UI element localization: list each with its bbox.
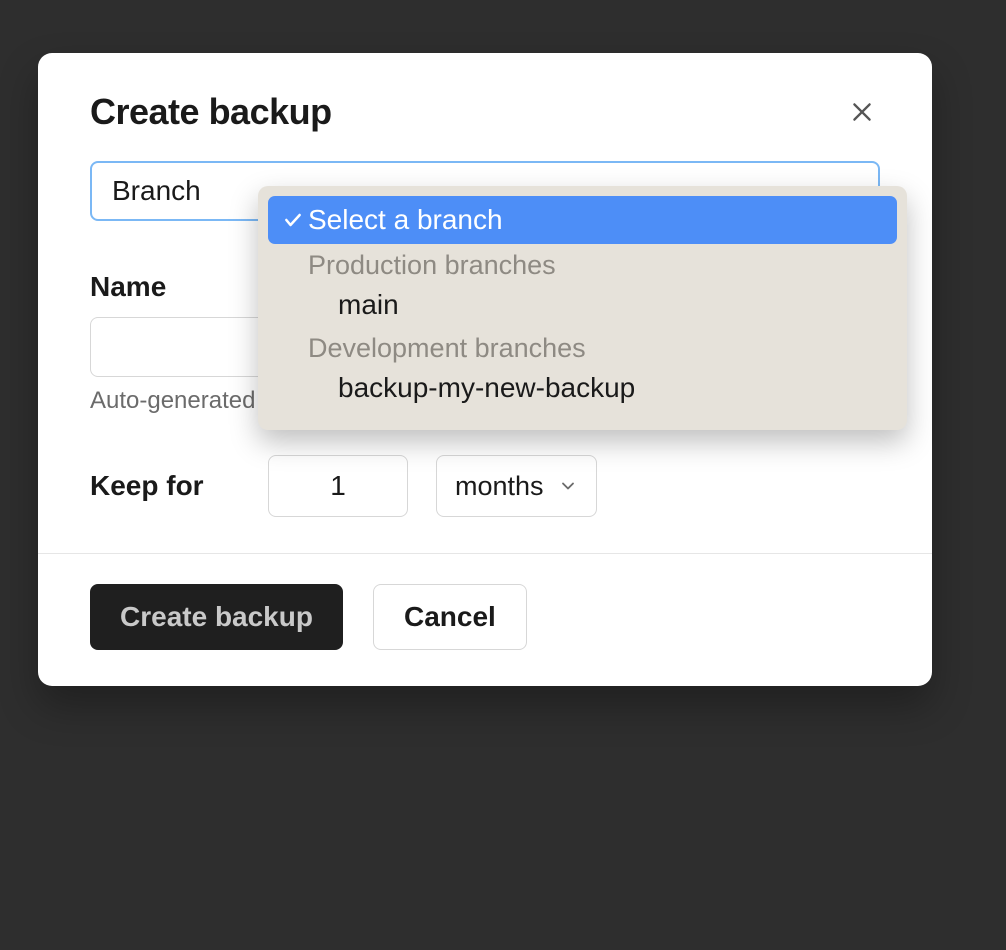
create-backup-button[interactable]: Create backup: [90, 584, 343, 650]
keep-unit-label: months: [455, 471, 544, 502]
branch-group-development: Development branches: [268, 327, 897, 366]
branch-dropdown-placeholder-label: Select a branch: [308, 204, 503, 236]
keep-for-row: Keep for months: [90, 455, 880, 517]
branch-label: Branch: [112, 175, 201, 206]
check-icon: [278, 210, 308, 230]
close-button[interactable]: [844, 94, 880, 130]
modal-title: Create backup: [90, 91, 332, 133]
modal-footer: Create backup Cancel: [38, 553, 932, 686]
keep-for-label: Keep for: [90, 470, 240, 502]
chevron-down-icon: [558, 476, 578, 496]
keep-duration-input[interactable]: [268, 455, 408, 517]
branch-dropdown-placeholder[interactable]: Select a branch: [268, 196, 897, 244]
keep-unit-select[interactable]: months: [436, 455, 597, 517]
modal-header: Create backup: [38, 53, 932, 161]
branch-group-production: Production branches: [268, 244, 897, 283]
branch-option-main[interactable]: main: [268, 283, 897, 327]
close-icon: [849, 99, 875, 125]
branch-dropdown: Select a branch Production branches main…: [258, 186, 907, 430]
cancel-button[interactable]: Cancel: [373, 584, 527, 650]
branch-option-backup[interactable]: backup-my-new-backup: [268, 366, 897, 410]
